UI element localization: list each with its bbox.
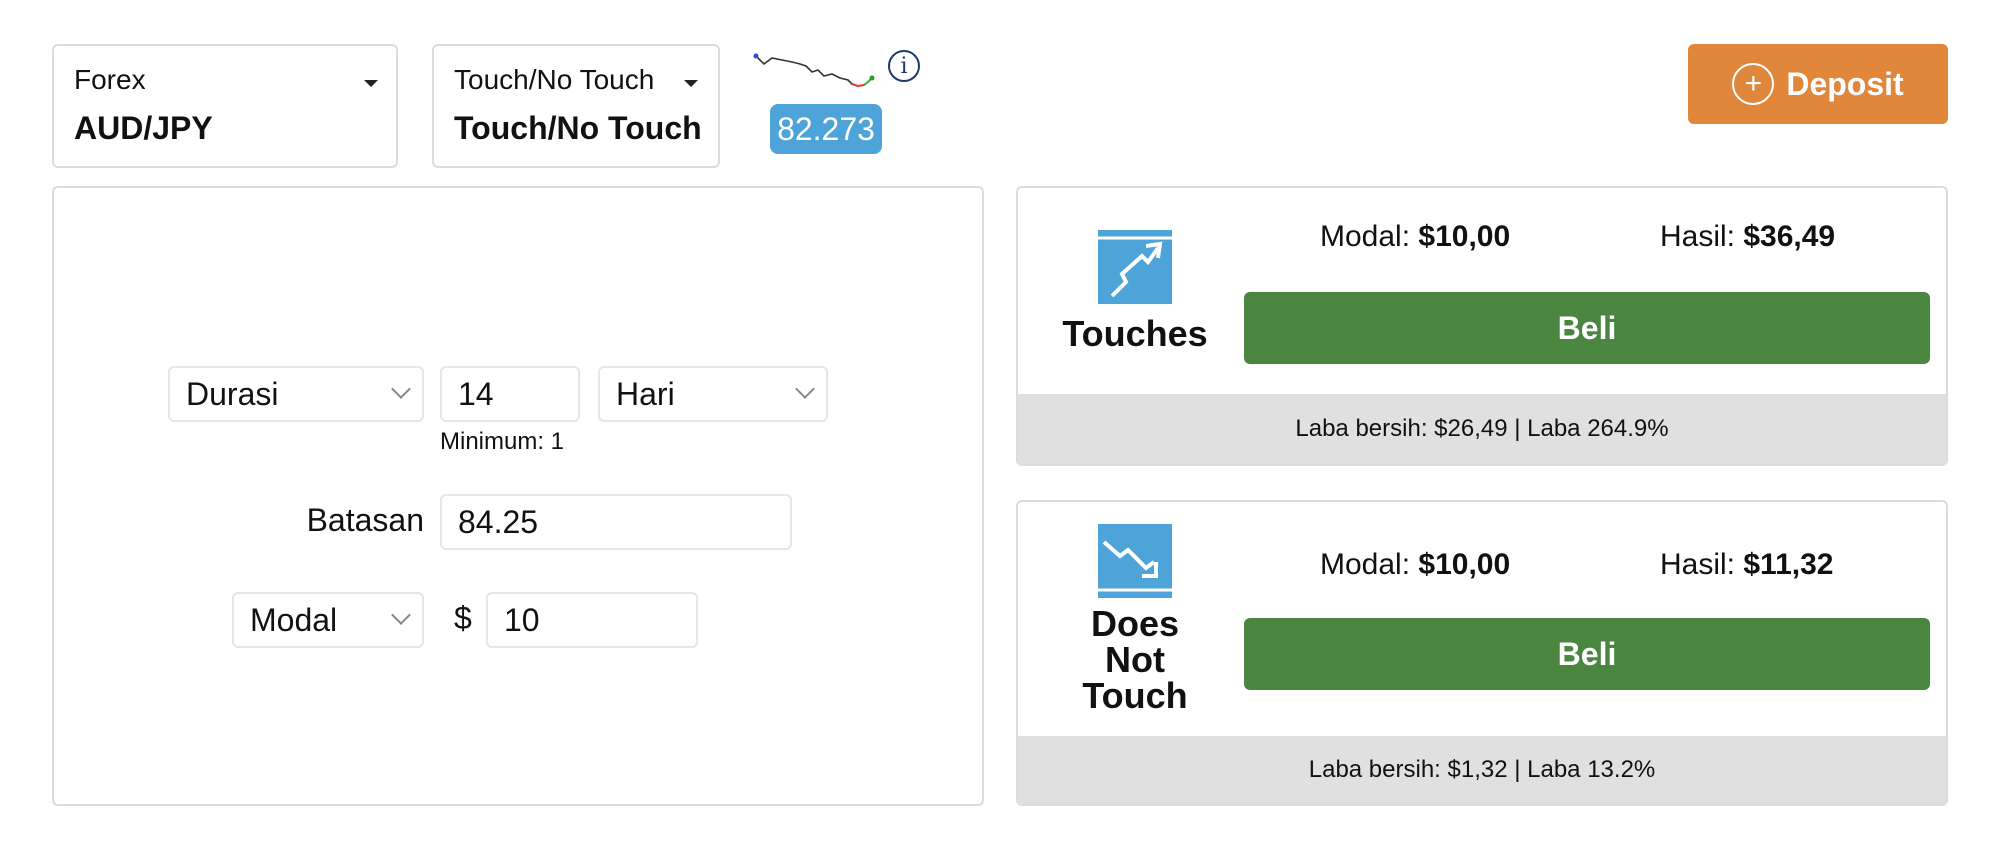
current-price-badge: 82.273 bbox=[770, 104, 882, 154]
contract-name: Touches bbox=[1062, 313, 1208, 354]
contract-name: Does Not Touch bbox=[1082, 603, 1188, 716]
contract-card-does-not-touch: Does Not Touch Modal: $10,00 Hasil: $11,… bbox=[1016, 500, 1948, 806]
profit-summary: Laba bersih: $1,32 | Laba 13.2% bbox=[1018, 736, 1946, 804]
stake-type-value: Modal bbox=[250, 602, 338, 638]
duration-type-select[interactable]: Durasi bbox=[168, 366, 424, 422]
duration-type-value: Durasi bbox=[186, 376, 279, 412]
barrier-label: Batasan bbox=[306, 502, 424, 538]
duration-value-input[interactable]: 14 bbox=[440, 366, 580, 422]
deposit-label: Deposit bbox=[1786, 65, 1904, 102]
barrier-input[interactable]: 84.25 bbox=[440, 494, 792, 550]
chevron-down-icon bbox=[795, 379, 815, 399]
stake-input[interactable]: 10 bbox=[486, 592, 698, 648]
buy-touches-button[interactable]: Beli bbox=[1244, 292, 1930, 364]
duration-value: 14 bbox=[458, 376, 494, 412]
contract-type-selector[interactable]: Touch/No Touch Touch/No Touch bbox=[432, 44, 720, 168]
arrow-up-touch-icon bbox=[1098, 230, 1172, 304]
sparkline-start-dot bbox=[753, 53, 759, 59]
profit-summary: Laba bersih: $26,49 | Laba 264.9% bbox=[1018, 394, 1946, 464]
sparkline-end-dot bbox=[869, 75, 875, 81]
info-icon[interactable]: i bbox=[888, 50, 920, 82]
stake-stat: Modal: $10,00 bbox=[1320, 220, 1511, 253]
chevron-down-icon bbox=[391, 379, 411, 399]
payout-stat: Hasil: $36,49 bbox=[1660, 220, 1836, 253]
duration-unit-value: Hari bbox=[616, 376, 675, 412]
contract-type-category: Touch/No Touch bbox=[454, 64, 655, 95]
price-sparkline bbox=[753, 53, 875, 88]
duration-unit-select[interactable]: Hari bbox=[598, 366, 828, 422]
market-value: AUD/JPY bbox=[74, 110, 213, 146]
chevron-down-icon bbox=[364, 80, 378, 87]
contract-card-touches: Touches Modal: $10,00 Hasil: $36,49 Beli… bbox=[1016, 186, 1948, 466]
chevron-down-icon bbox=[684, 80, 698, 87]
currency-symbol: $ bbox=[454, 600, 472, 636]
chevron-down-icon bbox=[391, 605, 411, 625]
plus-circle-icon: + bbox=[1732, 63, 1775, 105]
market-category: Forex bbox=[74, 64, 146, 95]
contract-type-value: Touch/No Touch bbox=[454, 110, 702, 146]
arrow-down-no-touch-icon bbox=[1098, 524, 1172, 598]
payout-stat: Hasil: $11,32 bbox=[1660, 548, 1834, 581]
barrier-value: 84.25 bbox=[458, 504, 539, 540]
stake-type-select[interactable]: Modal bbox=[232, 592, 424, 648]
duration-minimum-hint: Minimum: 1 bbox=[440, 428, 565, 455]
deposit-button[interactable]: + Deposit bbox=[1688, 44, 1948, 124]
stake-stat: Modal: $10,00 bbox=[1320, 548, 1511, 581]
stake-value: 10 bbox=[504, 602, 540, 638]
buy-does-not-touch-button[interactable]: Beli bbox=[1244, 618, 1930, 690]
market-selector[interactable]: Forex AUD/JPY bbox=[52, 44, 398, 168]
